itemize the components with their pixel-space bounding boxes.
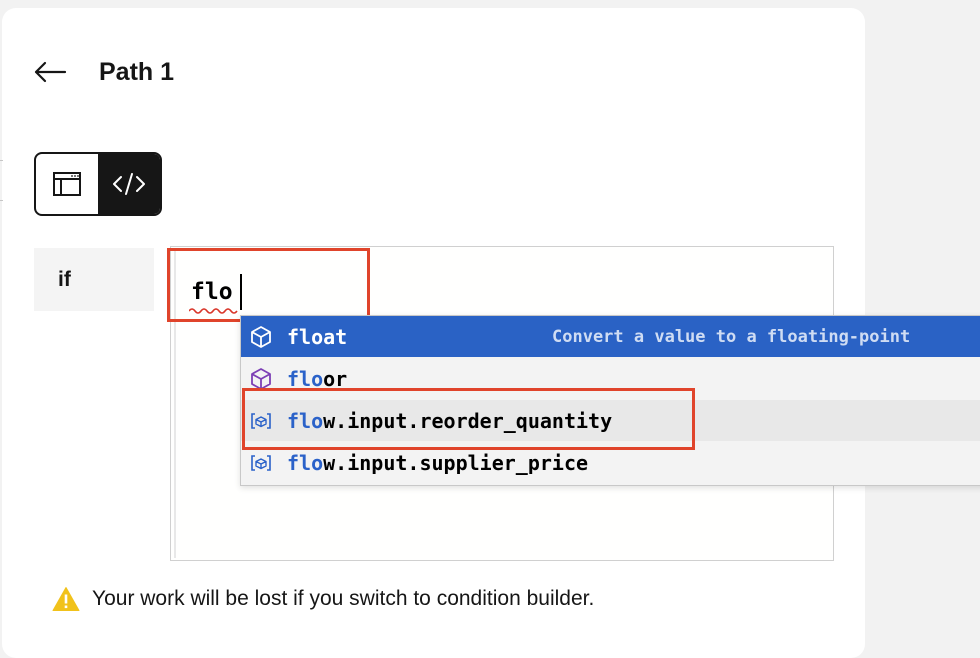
suggestion-match: flo [287, 366, 324, 391]
background-divider [0, 160, 3, 161]
warning-message: Your work will be lost if you switch to … [52, 583, 594, 615]
page-title: Path 1 [99, 58, 175, 86]
suggestion-item-reorder-quantity[interactable]: flo w.input.reorder_quantity [241, 400, 980, 441]
background-divider [0, 200, 3, 201]
suggestion-match: flo [287, 324, 324, 349]
suggestion-item-supplier-price[interactable]: flo w.input.supplier_price [241, 442, 980, 483]
suggestion-match: flo [287, 450, 324, 475]
text-caret [240, 274, 242, 310]
suggestion-description: Convert a value to a floating-point [552, 326, 911, 347]
suggestion-match: flo [287, 408, 324, 433]
suggestion-rest: w.input.reorder_quantity [323, 408, 613, 433]
warning-icon [52, 586, 80, 612]
code-icon [113, 173, 145, 195]
arrow-left-icon [34, 61, 67, 83]
mode-toggle [34, 152, 162, 216]
editor-gutter [174, 250, 176, 558]
condition-label: if [34, 248, 154, 311]
condition-builder-icon [53, 172, 81, 196]
warning-text: Your work will be lost if you switch to … [92, 587, 595, 610]
suggestion-rest: or [323, 366, 348, 391]
spellcheck-squiggle [189, 308, 238, 314]
autocomplete-list: flo at Convert a value to a floating-poin… [240, 315, 980, 486]
suggestion-item-floor[interactable]: flo or [241, 358, 980, 399]
condition-builder-mode-button[interactable] [36, 154, 98, 214]
code-mode-button[interactable] [98, 154, 160, 214]
variable-icon [249, 409, 273, 433]
suggestion-item-float[interactable]: flo at Convert a value to a floating-poin… [241, 316, 980, 357]
suggestion-rest: at [323, 324, 348, 349]
suggestion-rest: w.input.supplier_price [323, 450, 589, 475]
variable-icon [249, 451, 273, 475]
cube-icon [249, 367, 273, 391]
editor-text[interactable]: flo [191, 277, 233, 307]
cube-icon [249, 325, 273, 349]
back-button[interactable] [30, 52, 70, 92]
